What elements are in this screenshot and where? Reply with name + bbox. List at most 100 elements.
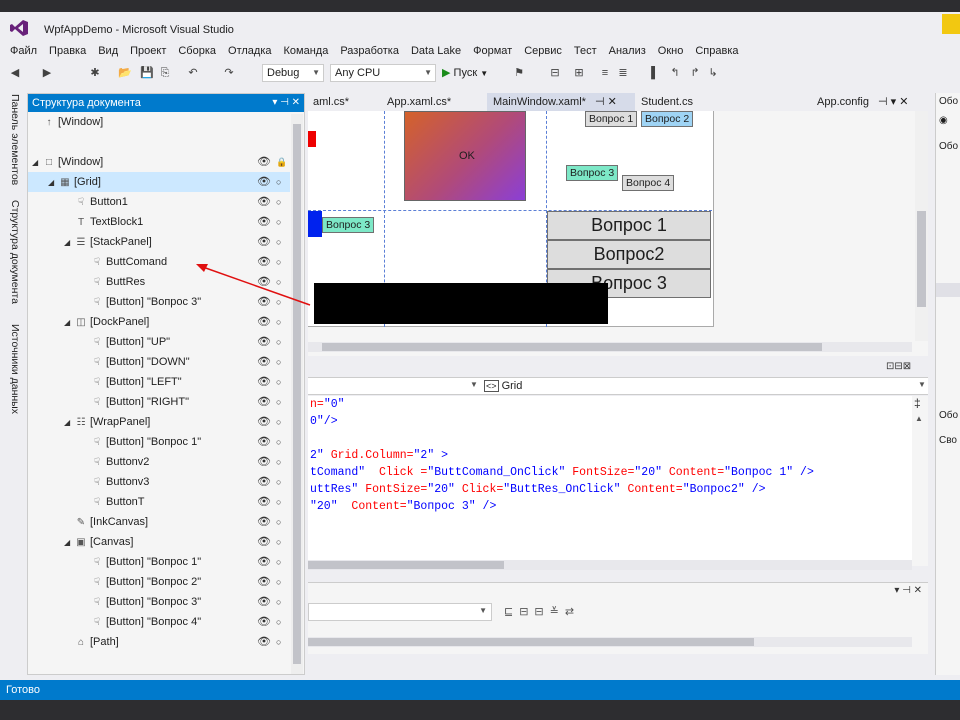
outline-tree-item[interactable]: ☟ [Button] "RIGHT" 👁 ○ [28,392,290,412]
menu-item[interactable]: Тест [568,44,603,62]
chevron-down-icon[interactable]: ▼ [918,380,926,389]
visibility-eye-icon[interactable]: 👁 [257,172,271,192]
lock-toggle-icon[interactable]: ○ [276,172,281,192]
code-hscroll-thumb[interactable] [308,561,504,569]
lock-toggle-icon[interactable]: ○ [276,632,281,652]
tab-mainwindow-xaml[interactable]: MainWindow.xaml* ⊣ ✕ [487,93,635,111]
tab-aml-cs[interactable]: aml.cs* [307,93,355,111]
menu-item[interactable]: Разработка [334,44,405,62]
lock-toggle-icon[interactable]: ○ [276,232,281,252]
lock-toggle-icon[interactable]: ○ [276,192,281,212]
data-sources-tab[interactable]: Источники данных [9,324,21,414]
outline-tree-item[interactable]: ◢ □ [Window] 👁 🔒 [28,152,290,172]
expand-arrow-icon[interactable]: ◢ [64,233,74,253]
canvas-button-question-4[interactable]: Вопрос 4 [622,175,675,191]
visibility-eye-icon[interactable]: 👁 [257,472,271,492]
designer-hscroll[interactable] [308,342,912,352]
outline-tree-item[interactable]: ☟ [Button] "Вопрос 3" 👁 ○ [28,292,290,312]
bookmark-icon[interactable]: ▌ [648,66,662,80]
outline-tree-item[interactable]: ↑ [Window] [28,112,290,132]
expand-arrow-icon[interactable]: ◢ [64,313,74,333]
visibility-eye-icon[interactable]: 👁 [257,432,271,452]
outline-tree-item[interactable]: ☟ [Button] "Вопрос 1" 👁 ○ [28,432,290,452]
visibility-eye-icon[interactable]: 👁 [257,332,271,352]
outline-tree-item[interactable]: ◢ ☷ [WrapPanel] 👁 ○ [28,412,290,432]
outline-tree-item[interactable]: ✎ [InkCanvas] 👁 ○ [28,512,290,532]
outline-tree-item[interactable]: ◢ ☰ [StackPanel] 👁 ○ [28,232,290,252]
outline-tree-item[interactable]: ☟ ButtonT 👁 ○ [28,492,290,512]
tab-student-cs[interactable]: Student.cs [635,93,699,111]
lock-toggle-icon[interactable]: ○ [276,212,281,232]
props-icon[interactable]: ◉ [939,115,948,126]
indent-icon[interactable]: ⊞ [572,66,586,80]
lock-toggle-icon[interactable]: ○ [276,352,281,372]
menu-item[interactable]: Отладка [222,44,277,62]
lock-icon[interactable]: 🔒 [276,152,287,172]
save-all-icon[interactable]: ⎘ [158,66,172,80]
visibility-eye-icon[interactable]: 👁 [257,372,271,392]
outline-tree-item[interactable]: ☟ ButtComand 👁 ○ [28,252,290,272]
scroll-up-icon[interactable]: ▲ [915,414,923,423]
next-bookmark-icon[interactable]: ↱ [688,66,702,80]
lock-toggle-icon[interactable]: ○ [276,592,281,612]
platform-select[interactable]: Any CPU ▼ [330,64,436,82]
lock-toggle-icon[interactable]: ○ [276,472,281,492]
outline-tree-item[interactable]: ☟ Buttonv3 👁 ○ [28,472,290,492]
expand-arrow-icon[interactable]: ◢ [64,413,74,433]
panel-controls[interactable]: ▾ ⊣ ✕ [272,94,300,112]
visibility-eye-icon[interactable]: 👁 [257,392,271,412]
menu-item[interactable]: Сборка [172,44,222,62]
lock-toggle-icon[interactable]: ○ [276,552,281,572]
document-outline-tab[interactable]: Структура документа [9,200,21,304]
lock-toggle-icon[interactable]: ○ [276,432,281,452]
outline-tree-item[interactable]: ◢ ▣ [Canvas] 👁 ○ [28,532,290,552]
outline-tree-item[interactable]: ☟ [Button] "Вопрос 1" 👁 ○ [28,552,290,572]
tab-app-config[interactable]: App.config ⊣ ▾ ✕ [811,93,914,111]
canvas-button-question-1[interactable]: Вопрос 1 [585,111,638,127]
outline-tree-item[interactable]: T TextBlock1 👁 ○ [28,212,290,232]
expand-arrow-icon[interactable]: ◢ [64,533,74,553]
back-icon[interactable]: ◀ [8,66,22,80]
code-vscroll[interactable]: ‡ ▲ [912,396,928,566]
menu-item[interactable]: Правка [43,44,92,62]
menu-item[interactable]: Формат [467,44,518,62]
outline-tree-item[interactable]: ☟ [Button] "DOWN" 👁 ○ [28,352,290,372]
outline-tree-item[interactable]: ⌂ [Path] 👁 ○ [28,632,290,652]
visibility-eye-icon[interactable]: 👁 [257,312,271,332]
lock-toggle-icon[interactable]: ○ [276,512,281,532]
canvas-button-question-2[interactable]: Вопрос 2 [641,111,694,127]
visibility-eye-icon[interactable]: 👁 [257,452,271,472]
designer-vscroll[interactable] [915,111,928,341]
menu-item[interactable]: Окно [652,44,690,62]
lock-toggle-icon[interactable]: ○ [276,492,281,512]
lock-toggle-icon[interactable]: ○ [276,372,281,392]
visibility-eye-icon[interactable]: 👁 [257,192,271,212]
menu-item[interactable]: Файл [4,44,43,62]
menu-item[interactable]: Data Lake [405,44,467,62]
undo-icon[interactable]: ↶ [186,66,200,80]
lock-toggle-icon[interactable]: ○ [276,312,281,332]
visibility-eye-icon[interactable]: 👁 [257,412,271,432]
outline-tree-item[interactable]: ◢ ◫ [DockPanel] 👁 ○ [28,312,290,332]
lock-toggle-icon[interactable]: ○ [276,292,281,312]
menu-item[interactable]: Проект [124,44,172,62]
visibility-eye-icon[interactable]: 👁 [257,572,271,592]
menu-item[interactable]: Справка [689,44,744,62]
lock-toggle-icon[interactable]: ○ [276,392,281,412]
element-selector[interactable]: <> Grid [484,380,522,392]
visibility-eye-icon[interactable]: 👁 [257,212,271,232]
lock-toggle-icon[interactable]: ○ [276,452,281,472]
outline-tree-item[interactable]: ☟ [Button] "Вопрос 2" 👁 ○ [28,572,290,592]
open-folder-icon[interactable]: 📂 [118,66,132,80]
designer-vscroll-thumb[interactable] [917,211,926,307]
bottom-pane-select[interactable]: ▼ [308,603,492,621]
outline-tree-item[interactable]: ☟ ButtRes 👁 ○ [28,272,290,292]
visibility-eye-icon[interactable]: 👁 [257,592,271,612]
toolbox-tab[interactable]: Панель элементов [9,94,21,185]
wrap-button-question-3[interactable]: Вопрос 3 [322,217,375,233]
visibility-eye-icon[interactable]: 👁 [257,152,271,172]
prev-bookmark-icon[interactable]: ↰ [668,66,682,80]
new-project-icon[interactable]: ✱ [88,66,102,80]
visibility-eye-icon[interactable]: 👁 [257,252,271,272]
browser-link-icon[interactable]: ⚑ [512,66,526,80]
